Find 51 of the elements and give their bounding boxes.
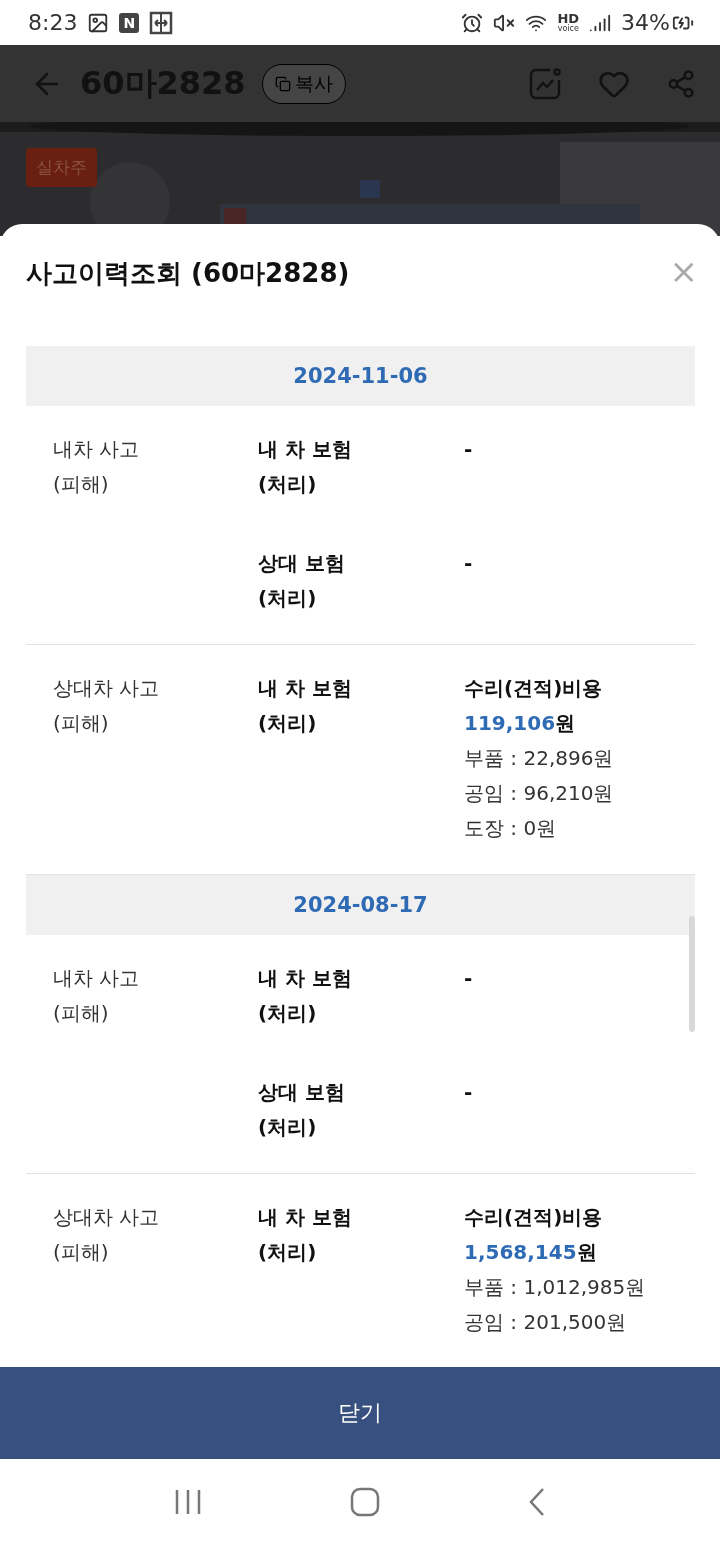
home-icon[interactable] [350, 1486, 380, 1517]
accident-type: 상대차 사고 [53, 675, 161, 702]
insurance-label: 내 차 보험 [258, 675, 353, 702]
back-icon[interactable] [528, 1486, 546, 1517]
insurance-label: 내 차 보험 [258, 965, 353, 992]
insurance-sub: (처리) [258, 471, 318, 498]
insurance-label: 상대 보험 [258, 550, 346, 577]
insurance-sub: (처리) [258, 585, 318, 612]
accident-date: 2024-11-06 [293, 364, 428, 388]
cost-amount: 1,568,145원 [464, 1239, 598, 1266]
accident-date: 2024-08-17 [293, 893, 428, 917]
empty-value: - [464, 550, 474, 577]
hd-voice-icon: HD voice [557, 13, 580, 32]
accident-type: 내차 사고 [53, 965, 141, 992]
insurance-sub: (처리) [258, 1000, 318, 1027]
cost-heading: 수리(견적)비용 [464, 675, 604, 702]
cost-detail: 공임 : 201,500원 [464, 1309, 628, 1336]
cost-amount: 119,106원 [464, 710, 577, 737]
insurance-label: 내 차 보험 [258, 436, 353, 463]
accident-note: (피해) [53, 471, 110, 498]
accident-note: (피해) [53, 1239, 110, 1266]
insurance-label: 내 차 보험 [258, 1204, 353, 1231]
notification-icon: N [119, 12, 140, 33]
cost-heading: 수리(견적)비용 [464, 1204, 604, 1231]
insurance-sub: (처리) [258, 1239, 318, 1266]
empty-value: - [464, 1079, 474, 1106]
cost-detail: 공임 : 96,210원 [464, 780, 615, 807]
sheet-title: 사고이력조회 (60마2828) [26, 257, 350, 290]
status-time: 8:23 [28, 10, 78, 35]
insurance-label: 상대 보험 [258, 1079, 346, 1106]
accident-type: 내차 사고 [53, 436, 141, 463]
share-icon[interactable] [666, 68, 696, 99]
recent-apps-icon[interactable] [174, 1488, 202, 1515]
gallery-icon [87, 11, 110, 34]
copy-button[interactable]: 복사 [261, 63, 346, 104]
insurance-sub: (처리) [258, 1114, 318, 1141]
empty-value: - [464, 436, 474, 463]
chart-icon[interactable] [528, 66, 562, 101]
accident-note: (피해) [53, 710, 110, 737]
close-button[interactable]: 닫기 [0, 1367, 720, 1459]
cost-detail: 부품 : 1,012,985원 [464, 1274, 647, 1301]
insurance-sub: (처리) [258, 710, 318, 737]
accident-note: (피해) [53, 1000, 110, 1027]
copy-icon [274, 75, 291, 92]
app-icon [149, 10, 174, 35]
accident-type: 상대차 사고 [53, 1204, 161, 1231]
alarm-icon [461, 11, 484, 34]
cost-detail: 도장 : 0원 [464, 815, 558, 842]
empty-value: - [464, 965, 474, 992]
battery-percent: 34% [621, 10, 670, 35]
cost-detail: 부품 : 22,896원 [464, 745, 615, 772]
